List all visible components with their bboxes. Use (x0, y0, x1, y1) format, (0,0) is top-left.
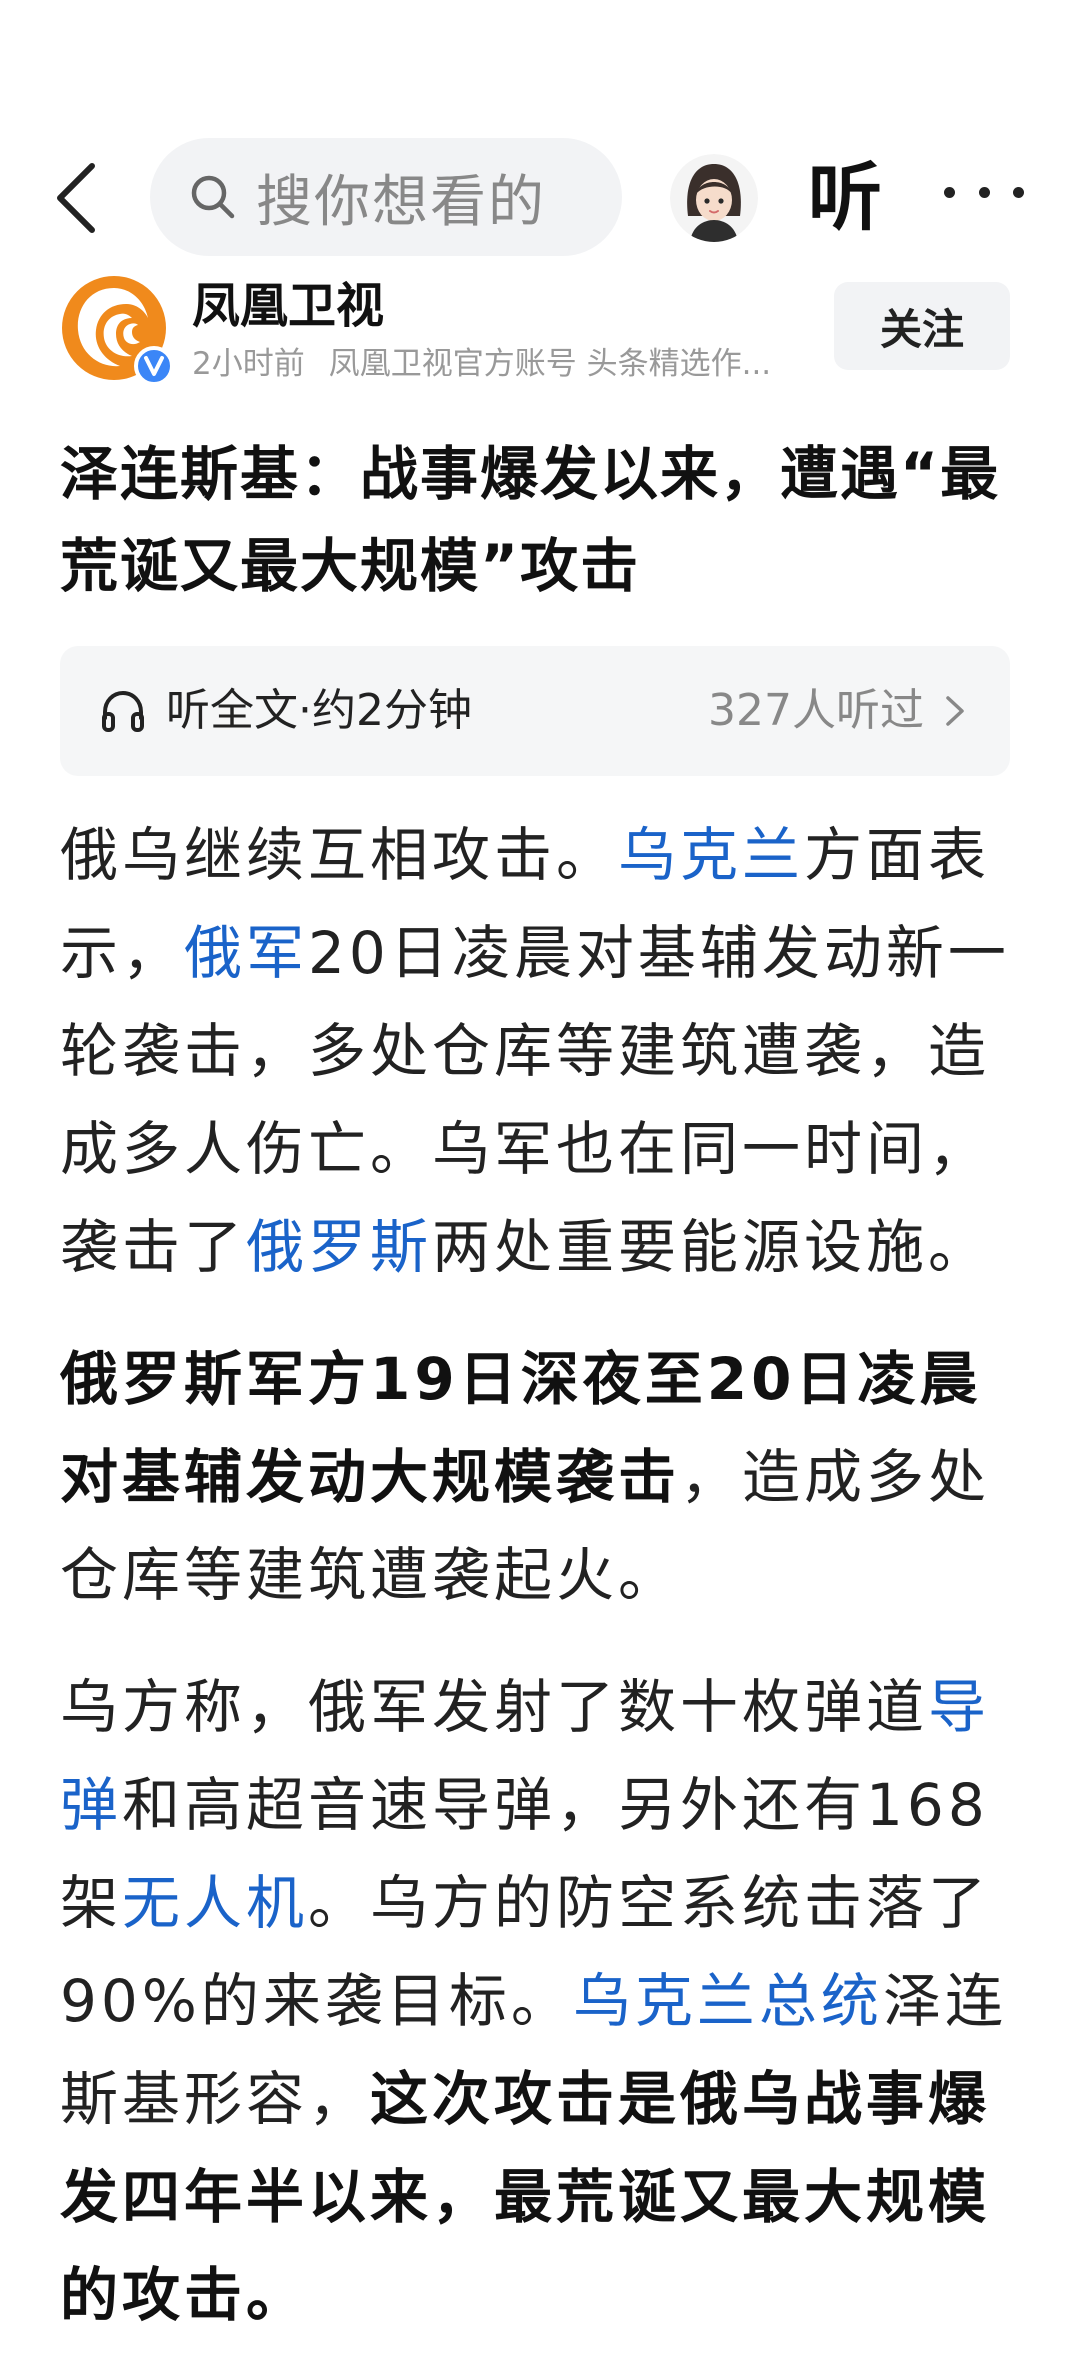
search-icon (188, 172, 238, 222)
listen-count: 327人听过 (708, 685, 924, 736)
author-name[interactable]: 凤凰卫视 (192, 276, 384, 336)
author-row: 凤凰卫视 2小时前 凤凰卫视官方账号 头条精选作... 关注 (0, 268, 1080, 398)
paragraph-3: 乌方称，俄军发射了数十枚弹道导弹和高超音速导弹，另外还有168架无人机。乌方的防… (60, 1658, 1020, 2344)
listen-full-article-bar[interactable]: 听全文·约2分钟 327人听过 (60, 646, 1010, 776)
avatar[interactable] (670, 154, 758, 242)
verified-badge-icon (134, 346, 174, 386)
listen-label: 听全文·约2分钟 (166, 685, 472, 736)
p1-text-1: 俄乌继续互相攻击。 (60, 821, 619, 889)
link-ukraine[interactable]: 乌克兰 (618, 821, 804, 889)
back-arrow-icon (57, 163, 95, 233)
headphone-icon (102, 690, 144, 732)
link-russia[interactable]: 俄罗斯 (246, 1213, 432, 1281)
link-russian-army[interactable]: 俄军 (184, 919, 308, 987)
paragraph-2: 俄罗斯军方19日深夜至20日凌晨对基辅发动大规模袭击，造成多处仓库等建筑遭袭起火… (60, 1330, 1020, 1624)
post-time: 2小时前 (192, 346, 305, 382)
account-label: 凤凰卫视官方账号 (328, 346, 577, 382)
p3-text-1: 乌方称，俄军发射了数十枚弹道 (60, 1673, 929, 1741)
phoenix-logo-icon[interactable] (60, 274, 174, 386)
p1-text-4: 两处重要能源设施。 (432, 1213, 991, 1281)
back-button[interactable] (48, 160, 104, 236)
top-bar: 搜你想看的 听 (0, 132, 1080, 262)
chevron-right-icon (946, 696, 964, 726)
more-icon[interactable] (944, 172, 1024, 212)
search-placeholder: 搜你想看的 (256, 169, 546, 235)
article-title: 泽连斯基：战事爆发以来，遭遇“最荒诞又最大规模”攻击 (60, 440, 1001, 600)
author-meta: 2小时前 凤凰卫视官方账号 头条精选作... (192, 342, 812, 386)
follow-button[interactable]: 关注 (834, 282, 1010, 370)
listen-button[interactable]: 听 (808, 150, 882, 246)
link-ukraine-president[interactable]: 乌克兰总统 (573, 1967, 883, 2035)
author-tag: 头条精选作... (586, 346, 772, 382)
search-input[interactable]: 搜你想看的 (150, 138, 622, 256)
link-drone[interactable]: 无人机 (122, 1869, 308, 1937)
paragraph-1: 俄乌继续互相攻击。乌克兰方面表示，俄军20日凌晨对基辅发动新一轮袭击，多处仓库等… (60, 806, 1020, 1296)
